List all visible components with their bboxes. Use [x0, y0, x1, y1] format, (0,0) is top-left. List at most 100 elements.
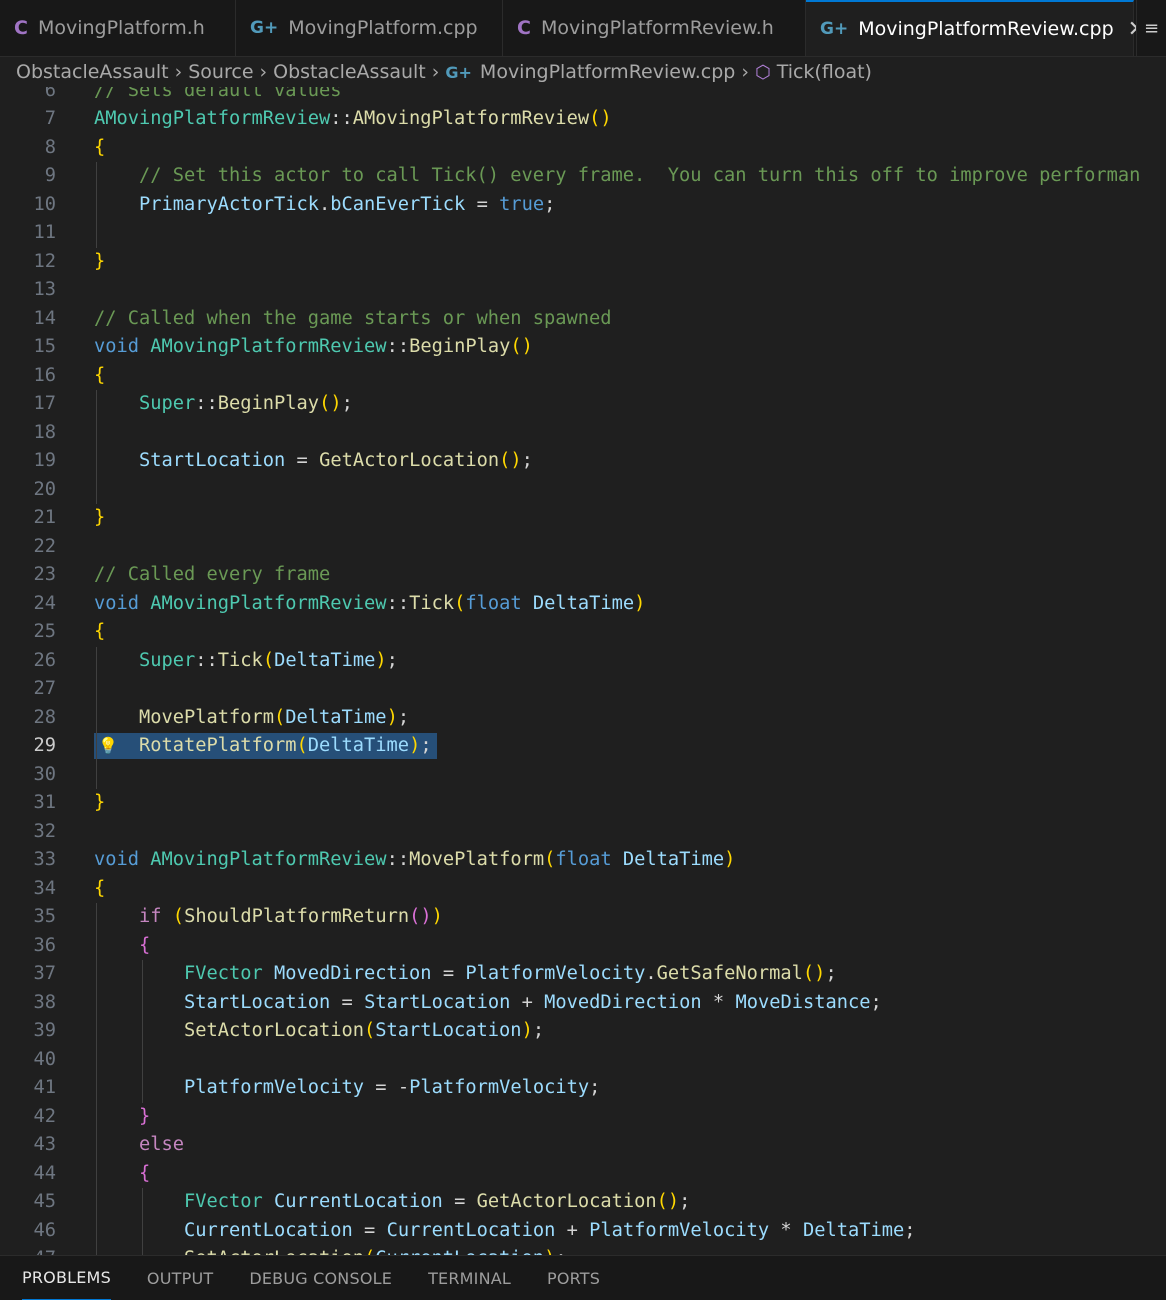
breadcrumb-item-symbol[interactable]: Tick(float) [777, 61, 872, 83]
code-line[interactable]: 28 MovePlatform(DeltaTime); [0, 704, 1166, 733]
code-text: SetActorLocation(StartLocation); [184, 1020, 545, 1041]
code-line[interactable]: 45 FVector CurrentLocation = GetActorLoc… [0, 1188, 1166, 1217]
code-line[interactable]: 9 // Set this actor to call Tick() every… [0, 162, 1166, 191]
code-text: // Called every frame [94, 564, 331, 585]
code-line[interactable]: 23 // Called every frame [0, 561, 1166, 590]
line-number: 17 [33, 393, 56, 414]
code-text: // Set this actor to call Tick() every f… [139, 165, 1141, 186]
code-line[interactable]: 8{ [0, 134, 1166, 163]
code-line[interactable]: 21} [0, 504, 1166, 533]
line-number: 14 [33, 307, 56, 329]
code-text: { [94, 364, 106, 386]
tab-label: MovingPlatformReview.cpp [858, 18, 1114, 40]
code-line[interactable]: 13 [0, 276, 1166, 305]
code-text: PlatformVelocity = -PlatformVelocity; [184, 1077, 601, 1098]
code-line[interactable]: 47 SetActorLocation(CurrentLocation); [0, 1245, 1166, 1255]
code-line[interactable]: 35 if (ShouldPlatformReturn()) [0, 903, 1166, 932]
indent-guide [96, 390, 97, 504]
code-line[interactable]: 46 CurrentLocation = CurrentLocation + P… [0, 1217, 1166, 1246]
code-line[interactable]: 12} [0, 248, 1166, 277]
code-line[interactable]: 15 void AMovingPlatformReview::BeginPlay(… [0, 333, 1166, 362]
breadcrumb-item-source[interactable]: Source [188, 61, 253, 83]
line-number: 23 [33, 564, 56, 585]
line-number: 15 [33, 336, 56, 357]
code-editor[interactable]: 6 // Sets default values 7 AMovingPlatformR… [0, 87, 1166, 1255]
code-text: void AMovingPlatformReview::MovePlatform… [94, 849, 736, 870]
code-line[interactable]: 34 { [0, 875, 1166, 904]
code-line[interactable]: 32 [0, 818, 1166, 847]
more-actions-icon[interactable]: ≡ [1136, 0, 1166, 56]
line-number: 37 [33, 963, 56, 984]
line-number: 30 [33, 763, 56, 785]
code-line[interactable]: 10 PrimaryActorTick.bCanEverTick = true; [0, 191, 1166, 220]
tab-output[interactable]: OUTPUT [147, 1256, 213, 1300]
line-number: 10 [33, 193, 56, 215]
code-line[interactable]: 26 Super::Tick(DeltaTime); [0, 647, 1166, 676]
line-number: 25 [33, 621, 56, 642]
code-line[interactable]: 18 [0, 419, 1166, 448]
editor-tab-bar: C MovingPlatform.h G+ MovingPlatform.cpp… [0, 0, 1166, 57]
code-line[interactable]: 43 else [0, 1131, 1166, 1160]
code-text: else [139, 1134, 185, 1155]
code-line[interactable]: 6 // Sets default values [0, 87, 1166, 105]
code-line[interactable]: 33 void AMovingPlatformReview::MovePlatfo… [0, 846, 1166, 875]
tab-debug-console[interactable]: DEBUG CONSOLE [249, 1256, 392, 1300]
code-line[interactable]: 39 SetActorLocation(StartLocation); [0, 1017, 1166, 1046]
code-line[interactable]: 27 [0, 675, 1166, 704]
code-line[interactable]: 22 [0, 533, 1166, 562]
tab-ports[interactable]: PORTS [547, 1256, 600, 1300]
breadcrumb-item-module[interactable]: ObstacleAssault [273, 61, 426, 83]
code-text: } [94, 507, 106, 528]
method-cube-icon: ⬡ [754, 61, 771, 83]
code-line[interactable]: 37 FVector MovedDirection = PlatformVelo… [0, 960, 1166, 989]
code-line[interactable]: 17 Super::BeginPlay(); [0, 390, 1166, 419]
code-text: PrimaryActorTick.bCanEverTick = true; [139, 193, 556, 215]
code-text: Super::BeginPlay(); [139, 393, 353, 414]
line-number: 18 [33, 421, 56, 443]
code-line[interactable]: 41 PlatformVelocity = -PlatformVelocity; [0, 1074, 1166, 1103]
code-line[interactable]: 25 { [0, 618, 1166, 647]
tab-movingplatform-cpp[interactable]: G+ MovingPlatform.cpp [236, 0, 503, 56]
chevron-right-icon: › [174, 61, 183, 83]
code-line[interactable]: 29 💡 RotatePlatform(DeltaTime); [0, 732, 1166, 761]
line-number: 41 [33, 1077, 56, 1098]
code-text: FVector CurrentLocation = GetActorLocati… [184, 1191, 691, 1212]
breadcrumb-item-project[interactable]: ObstacleAssault [16, 61, 169, 83]
line-number: 35 [33, 906, 56, 927]
code-text: { [94, 621, 106, 642]
tab-terminal[interactable]: TERMINAL [428, 1256, 511, 1300]
code-line[interactable]: 24 void AMovingPlatformReview::Tick(float… [0, 590, 1166, 619]
code-line[interactable]: 44 { [0, 1160, 1166, 1189]
indent-guide [141, 1188, 143, 1255]
code-line[interactable]: 20 [0, 476, 1166, 505]
code-line[interactable]: 19 StartLocation = GetActorLocation(); [0, 447, 1166, 476]
line-number: 47 [0, 1245, 56, 1255]
code-text: { [139, 1162, 151, 1184]
code-text: if (ShouldPlatformReturn()) [139, 906, 443, 927]
code-line[interactable]: 11 [0, 219, 1166, 248]
line-number: 7 [44, 108, 56, 129]
code-line[interactable]: 36 { [0, 932, 1166, 961]
indent-guide [96, 646, 97, 789]
line-number: 27 [33, 678, 56, 699]
cpp-file-icon: G+ [250, 18, 279, 38]
code-line[interactable]: 31} [0, 789, 1166, 818]
tab-problems[interactable]: PROBLEMS [22, 1256, 111, 1300]
code-line[interactable]: 38 StartLocation = StartLocation + Moved… [0, 989, 1166, 1018]
code-text: StartLocation = GetActorLocation(); [139, 450, 533, 471]
code-line[interactable]: 14 // Called when the game starts or when… [0, 305, 1166, 334]
line-number: 13 [33, 279, 56, 300]
line-number: 45 [33, 1191, 56, 1212]
code-text: MovePlatform(DeltaTime); [139, 706, 410, 728]
line-number: 43 [33, 1134, 56, 1155]
code-line[interactable]: 30 [0, 761, 1166, 790]
code-line[interactable]: 42 } [0, 1103, 1166, 1132]
tab-movingplatformreview-cpp[interactable]: G+ MovingPlatformReview.cpp ✕ [806, 0, 1146, 56]
breadcrumb-item-file[interactable]: MovingPlatformReview.cpp [480, 61, 735, 83]
tab-movingplatformreview-h[interactable]: C MovingPlatformReview.h [503, 0, 806, 56]
code-line[interactable]: 40 [0, 1046, 1166, 1075]
code-line[interactable]: 16 { [0, 362, 1166, 391]
line-number: 33 [33, 849, 56, 870]
code-line[interactable]: 7 AMovingPlatformReview::AMovingPlatformR… [0, 105, 1166, 134]
tab-movingplatform-h[interactable]: C MovingPlatform.h [0, 0, 236, 56]
